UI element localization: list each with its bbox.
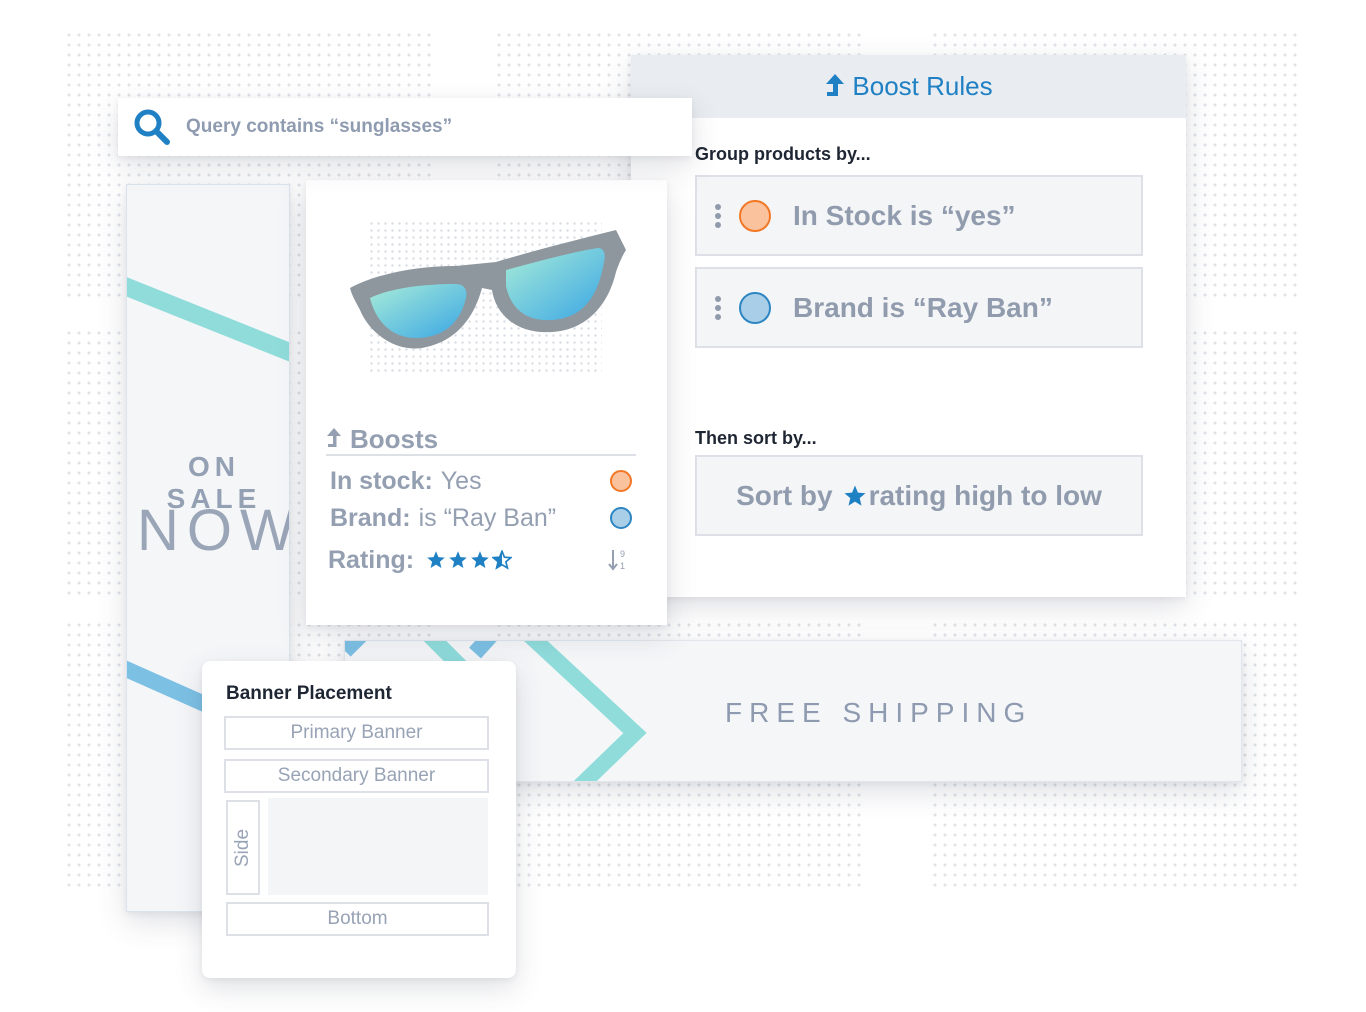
boost-row-rating: Rating: 9 1 <box>328 544 634 576</box>
boost-row-stock: In stock: Yes <box>330 465 636 497</box>
sort-icon-top: 9 <box>620 549 625 559</box>
blue-dot-icon <box>739 291 771 324</box>
star-half-icon <box>492 550 513 570</box>
boost-rules-title: Boost Rules <box>852 71 993 101</box>
boosts-title-text: Boosts <box>350 423 439 454</box>
rule-in-stock[interactable]: In Stock is “yes” <box>695 175 1143 256</box>
rating-stars <box>426 550 513 570</box>
sunglasses-image <box>350 220 626 372</box>
search-bar[interactable]: Query contains “sunglasses” <box>118 98 692 156</box>
side-banner-label: Side <box>232 828 253 867</box>
primary-banner-label: Primary Banner <box>290 722 423 743</box>
sort-descending-icon: 9 1 <box>608 549 625 571</box>
rule-in-stock-text: In Stock is “yes” <box>793 199 1016 231</box>
rule-brand-text: Brand is “Ray Ban” <box>793 291 1053 323</box>
boosts-title: Boosts <box>326 424 636 456</box>
boost-rules-header: Boost Rules <box>631 55 1186 118</box>
side-banner-slot[interactable]: Side <box>226 800 260 895</box>
orange-dot-icon <box>610 470 632 492</box>
placement-title: Banner Placement <box>226 683 392 704</box>
banner-placement-card: Banner Placement Primary Banner Secondar… <box>202 661 516 978</box>
boost-value: is “Ray Ban” <box>418 503 557 532</box>
shipping-text: FREE SHIPPING <box>725 697 1033 728</box>
bottom-banner-slot[interactable]: Bottom <box>226 902 489 936</box>
sort-rule[interactable]: Sort by rating high to low <box>695 455 1143 536</box>
star-icon <box>427 551 445 568</box>
rule-brand[interactable]: Brand is “Ray Ban” <box>695 267 1143 348</box>
primary-banner-slot[interactable]: Primary Banner <box>224 716 489 750</box>
sort-icon-bottom: 1 <box>620 561 625 571</box>
group-by-label: Group products by... <box>695 144 871 164</box>
sale-line2: NOW <box>137 498 290 563</box>
sunglasses-icon <box>350 230 626 349</box>
sort-suffix: rating high to low <box>868 479 1102 511</box>
boost-row-brand: Brand: is “Ray Ban” <box>330 502 636 534</box>
boost-label: Brand: <box>330 503 411 532</box>
content-area <box>268 798 488 895</box>
blue-dot-icon <box>610 507 632 529</box>
drag-handle-icon[interactable] <box>715 203 721 228</box>
drag-handle-icon[interactable] <box>715 295 721 320</box>
star-icon <box>471 551 489 568</box>
star-icon <box>844 485 866 506</box>
boost-rules-panel: Boost Rules Group products by... In Stoc… <box>631 55 1186 597</box>
boost-arrow-icon <box>327 428 341 447</box>
bottom-banner-label: Bottom <box>327 908 388 929</box>
product-card: Boosts In stock: Yes Brand: is “Ray Ban”… <box>306 180 667 625</box>
boost-label: Rating: <box>328 545 415 574</box>
search-icon <box>134 109 170 145</box>
orange-dot-icon <box>739 199 771 232</box>
search-query: Query contains “sunglasses” <box>186 116 453 137</box>
sort-by-label: Then sort by... <box>695 428 817 448</box>
secondary-banner-slot[interactable]: Secondary Banner <box>224 759 489 793</box>
boost-arrow-icon <box>826 73 845 96</box>
boost-label: In stock: <box>330 466 433 495</box>
sort-rule-text: Sort by rating high to low <box>736 480 1102 512</box>
star-icon <box>449 551 467 568</box>
secondary-banner-label: Secondary Banner <box>277 765 436 786</box>
boost-value: Yes <box>440 466 482 495</box>
sort-prefix: Sort by <box>736 479 833 511</box>
